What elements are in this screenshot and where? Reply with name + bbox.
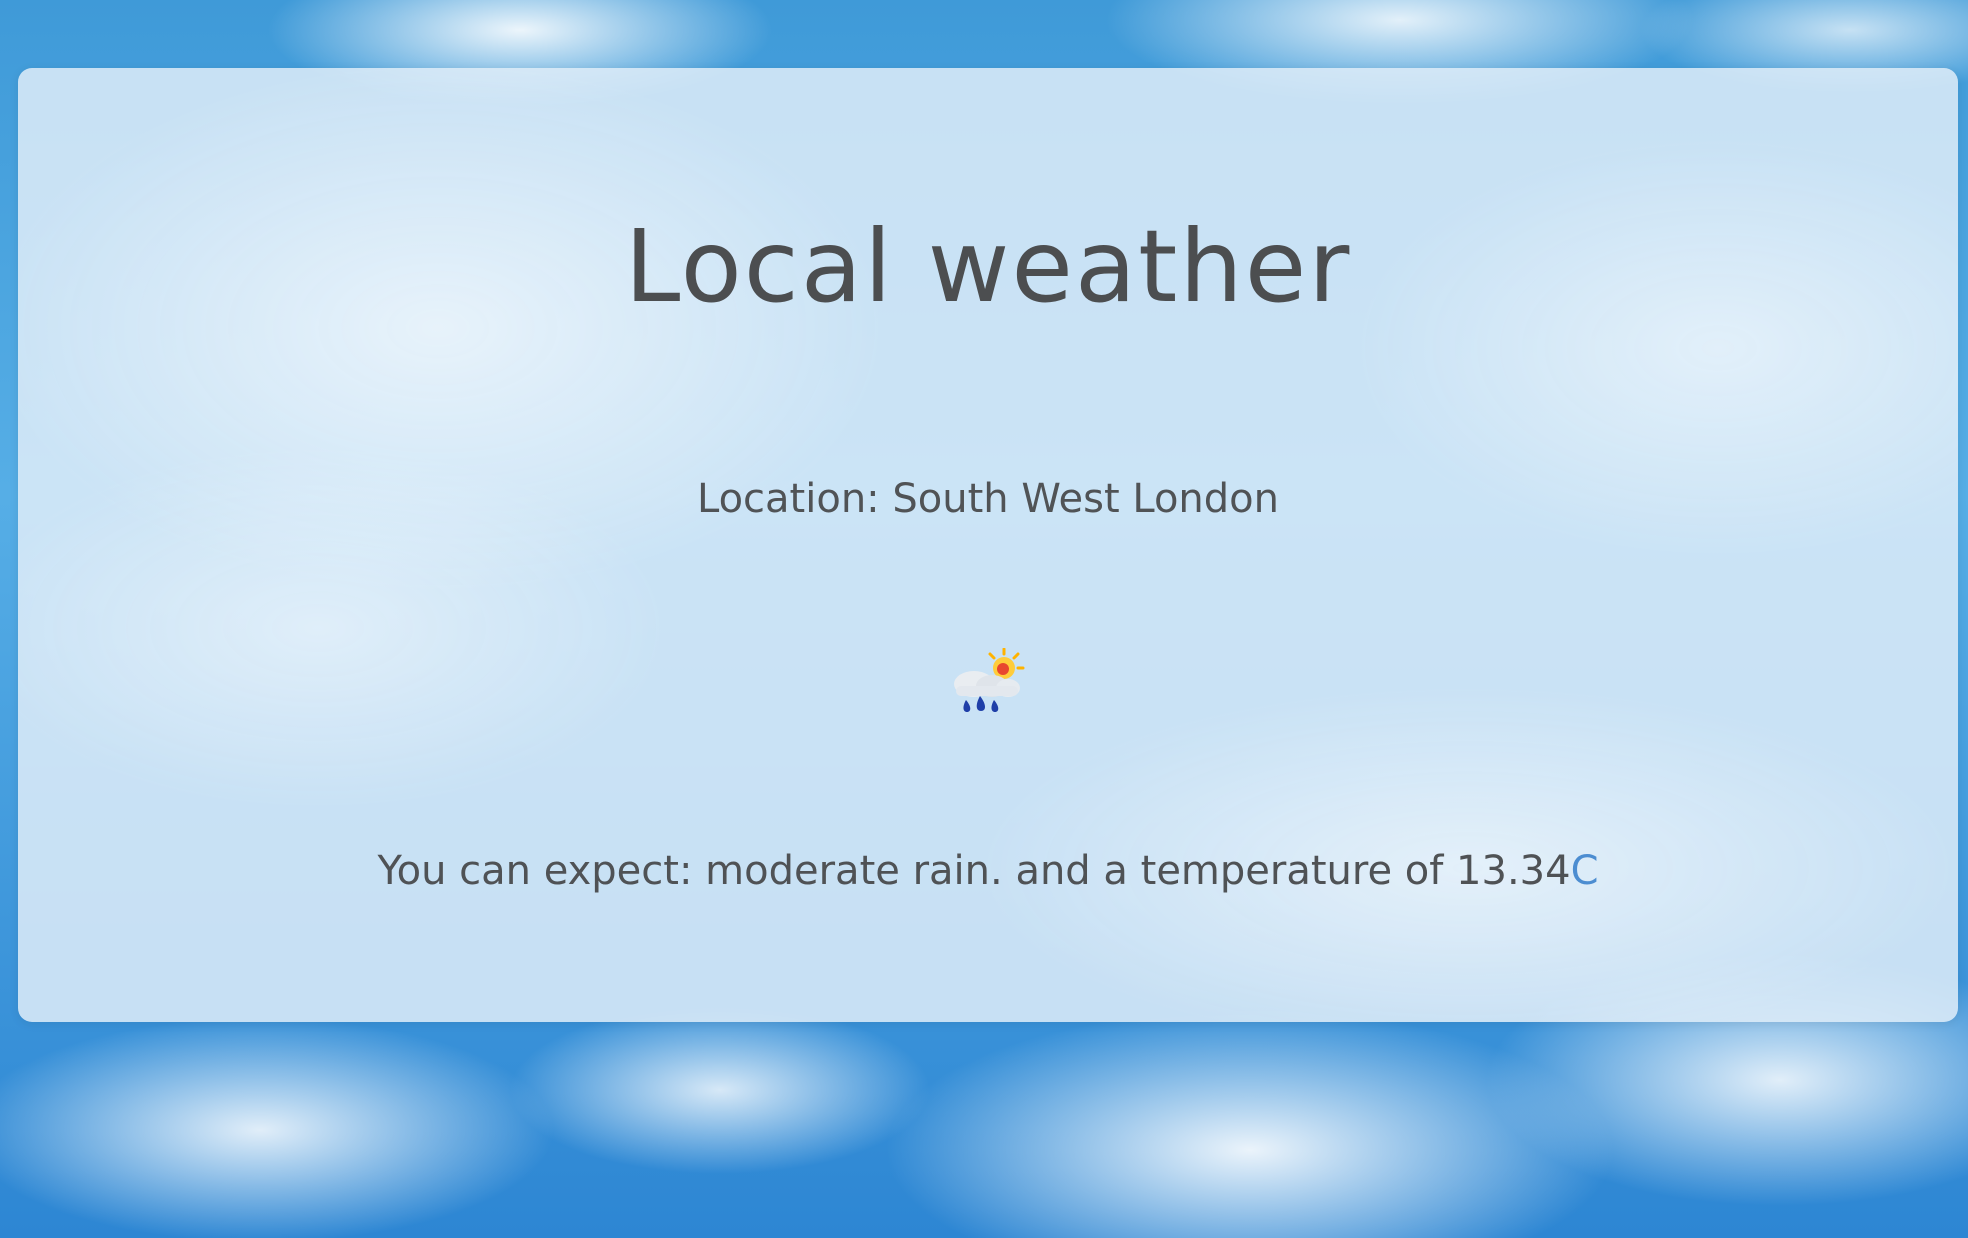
location-line: Location: South West London [18,476,1958,522]
forecast-prefix: You can expect: [377,848,693,894]
page-title: Local weather [624,208,1352,325]
location-label: Location: [696,476,880,522]
weather-card: Local weather Location: South West Londo… [18,68,1958,1022]
forecast-condition: moderate rain. [705,848,1003,894]
rain-with-sun-icon [946,647,1036,728]
location-value: South West London [892,476,1279,522]
temperature-value: 13.34 [1456,848,1571,894]
temperature-unit-toggle[interactable]: C [1571,848,1599,894]
forecast-temperature-text: and a temperature of [1015,848,1444,894]
forecast-line: You can expect: moderate rain. and a tem… [18,848,1958,894]
